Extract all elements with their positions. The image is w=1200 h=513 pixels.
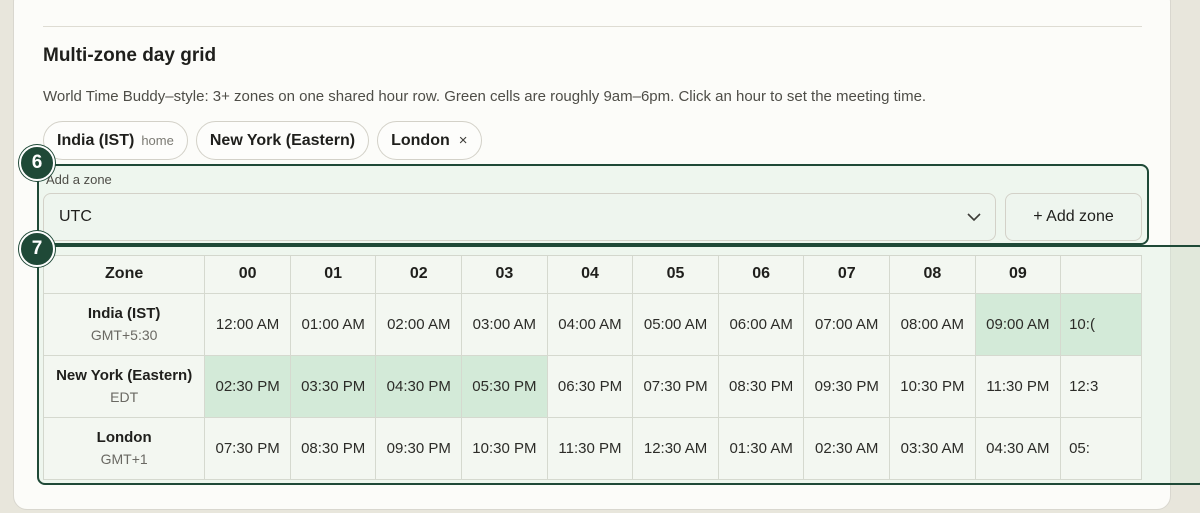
zone-cell: London GMT+1 (44, 417, 206, 480)
hour-cell[interactable]: 10:30 PM (461, 417, 548, 480)
hour-cell[interactable]: 12:00 AM (204, 293, 291, 356)
hour-cell[interactable]: 06:00 AM (718, 293, 805, 356)
hour-header-row: Zone 00 01 02 03 04 05 06 07 08 09 (44, 256, 1142, 294)
zone-cell: India (IST) GMT+5:30 (44, 293, 206, 356)
section-title: Multi-zone day grid (43, 45, 217, 66)
zone-offset: EDT (110, 389, 139, 405)
hour-cell[interactable]: 01:00 AM (290, 293, 377, 356)
table-row: New York (Eastern) EDT 02:30 PM 03:30 PM 04:… (44, 355, 1142, 418)
hour-cell[interactable]: 03:30 AM (889, 417, 976, 480)
zone-chip-new-york[interactable]: New York (Eastern) (195, 121, 370, 160)
hour-cell[interactable]: 02:00 AM (375, 293, 463, 356)
hour-cell[interactable]: 05:00 AM (632, 293, 719, 356)
hour-cell[interactable]: 04:30 PM (375, 355, 463, 418)
hour-cell[interactable]: 08:30 PM (290, 417, 377, 480)
hour-cell[interactable]: 07:00 AM (803, 293, 891, 356)
annotation-badge-7: 7 (19, 231, 55, 267)
zone-offset: GMT+1 (100, 451, 148, 467)
hour-header: 07 (803, 256, 891, 294)
hour-header: 02 (375, 256, 463, 294)
hour-cell[interactable]: 02:30 PM (204, 355, 291, 418)
hour-cell[interactable]: 11:30 PM (547, 417, 634, 480)
divider (43, 26, 1142, 27)
zone-chips: India (IST) home New York (Eastern) Lond… (43, 121, 482, 160)
hour-cell[interactable]: 11:30 PM (975, 355, 1062, 418)
time-grid: Zone 00 01 02 03 04 05 06 07 08 09 India… (43, 255, 1142, 480)
hour-cell[interactable]: 04:00 AM (547, 293, 634, 356)
zone-name: London (96, 429, 152, 446)
hour-cell[interactable]: 03:00 AM (461, 293, 548, 356)
hour-cell[interactable]: 02:30 AM (803, 417, 891, 480)
hour-cell[interactable]: 05:30 PM (461, 355, 548, 418)
hour-header: 08 (889, 256, 976, 294)
zone-cell: New York (Eastern) EDT (44, 355, 206, 418)
zone-chip-label: India (IST) (57, 131, 135, 149)
hour-cell[interactable]: 10:( (1060, 293, 1142, 356)
zone-chip-london[interactable]: London × (377, 121, 482, 160)
hour-header: 06 (718, 256, 805, 294)
section-description: World Time Buddy–style: 3+ zones on one … (43, 88, 927, 105)
zone-chip-india[interactable]: India (IST) home (43, 121, 188, 160)
hour-cell[interactable]: 06:30 PM (547, 355, 634, 418)
hour-cell[interactable]: 12:30 AM (632, 417, 719, 480)
hour-header (1060, 256, 1142, 294)
hour-cell[interactable]: 01:30 AM (718, 417, 805, 480)
zone-select-value: UTC (59, 208, 92, 225)
zone-name: New York (Eastern) (56, 367, 193, 384)
table-row: India (IST) GMT+5:30 12:00 AM 01:00 AM 02:00… (44, 293, 1142, 356)
hour-cell[interactable]: 12:3 (1060, 355, 1142, 418)
hour-cell[interactable]: 09:00 AM (975, 293, 1062, 356)
zone-column-header: Zone (44, 256, 206, 294)
annotation-badge-6: 6 (19, 145, 55, 181)
add-zone-label: Add a zone (46, 172, 112, 187)
hour-cell[interactable]: 04:30 AM (975, 417, 1062, 480)
hour-cell[interactable]: 08:30 PM (718, 355, 805, 418)
hour-header: 09 (975, 256, 1062, 294)
hour-header: 05 (632, 256, 719, 294)
hour-cell[interactable]: 05: (1060, 417, 1142, 480)
zone-select[interactable]: UTC (43, 193, 996, 241)
hour-cell[interactable]: 09:30 PM (803, 355, 891, 418)
zone-name: India (IST) (87, 305, 161, 322)
hour-cell[interactable]: 10:30 PM (889, 355, 976, 418)
hour-cell[interactable]: 07:30 PM (632, 355, 719, 418)
hour-header: 03 (461, 256, 548, 294)
hour-cell[interactable]: 07:30 PM (204, 417, 291, 480)
hour-cell[interactable]: 08:00 AM (889, 293, 976, 356)
zone-chip-label: London (391, 131, 450, 149)
home-tag: home (141, 133, 174, 148)
zone-offset: GMT+5:30 (90, 327, 158, 343)
table-row: London GMT+1 07:30 PM 08:30 PM 09:30 PM 10:30… (44, 417, 1142, 480)
zone-chip-label: New York (Eastern) (209, 131, 356, 149)
add-zone-button[interactable]: + Add zone (1005, 193, 1142, 241)
remove-zone-icon[interactable]: × (459, 132, 468, 149)
hour-cell[interactable]: 09:30 PM (375, 417, 463, 480)
hour-header: 01 (290, 256, 377, 294)
hour-header: 04 (547, 256, 634, 294)
chevron-down-icon (967, 210, 981, 225)
hour-header: 00 (204, 256, 291, 294)
hour-cell[interactable]: 03:30 PM (290, 355, 377, 418)
